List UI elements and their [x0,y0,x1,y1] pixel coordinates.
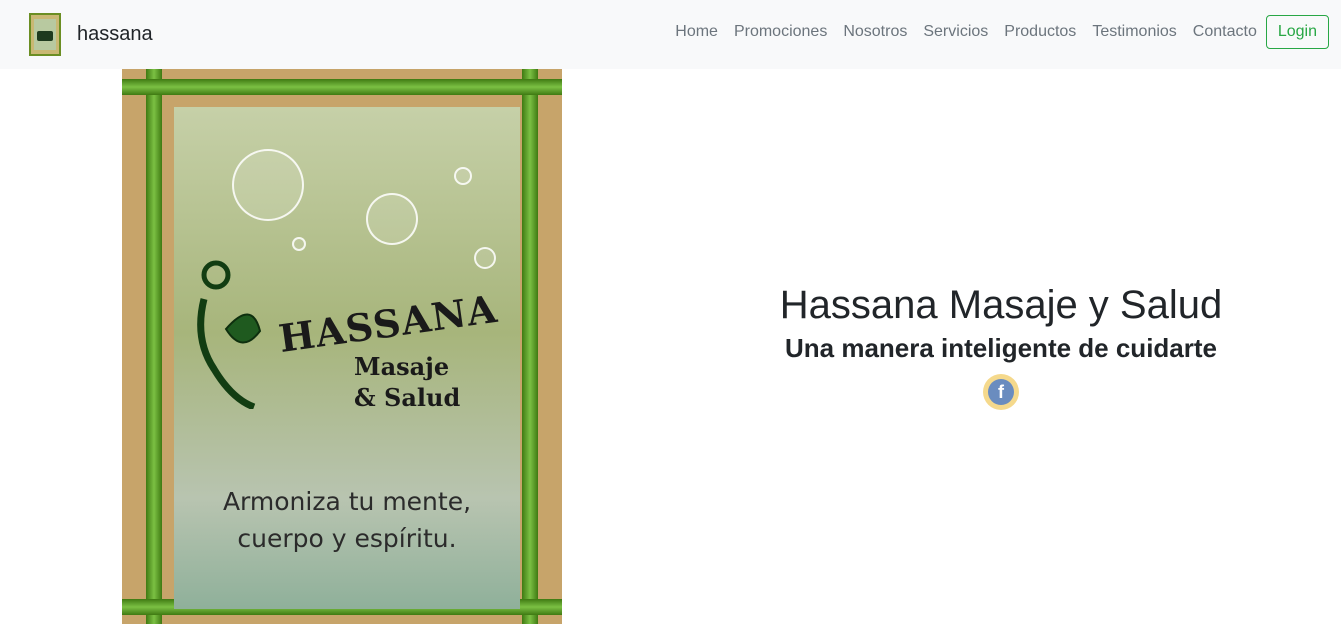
bubble-decoration [474,247,496,269]
bubble-decoration [292,237,306,251]
nav-link-productos[interactable]: Productos [996,19,1084,45]
login-button[interactable]: Login [1265,15,1329,49]
bubble-decoration [232,149,304,221]
bubble-decoration [454,167,472,185]
bamboo-frame-left [146,69,162,624]
brand-logo [29,13,61,56]
nav-link-testimonios[interactable]: Testimonios [1084,19,1184,45]
nav-link-contacto[interactable]: Contacto [1185,19,1265,45]
bamboo-frame-top [122,79,562,95]
poster-tagline-line2: cuerpo y espíritu. [237,524,457,553]
poster-tagline-line1: Armoniza tu mente, [222,487,472,516]
hero-subtitle: Una manera inteligente de cuidarte [784,333,1217,363]
navbar: hassana Home Promociones Nosotros Servic… [0,0,1341,69]
nav-link-nosotros[interactable]: Nosotros [835,19,915,45]
facebook-link[interactable]: f [983,374,1019,411]
brand-name: hassana [77,23,153,45]
hero-text: Hassana Masaje y Salud Una manera inteli… [661,281,1341,415]
hero-title: Hassana Masaje y Salud [779,283,1223,327]
hero-poster-image: HASSANA Masaje & Salud Armoniza tu mente… [122,69,562,624]
nav-menu: Home Promociones Nosotros Servicios Prod… [667,15,1329,49]
poster-subtitle-line2: & Salud [354,383,461,412]
bubble-decoration [366,193,418,245]
leaf-figure-logo [197,260,262,409]
bamboo-frame-right [522,69,538,624]
nav-link-promociones[interactable]: Promociones [726,19,835,45]
brand[interactable]: hassana [29,13,153,56]
nav-link-home[interactable]: Home [667,19,726,45]
facebook-icon: f [988,379,1014,406]
nav-link-servicios[interactable]: Servicios [915,19,996,45]
poster-subtitle-line1: Masaje [354,352,450,381]
